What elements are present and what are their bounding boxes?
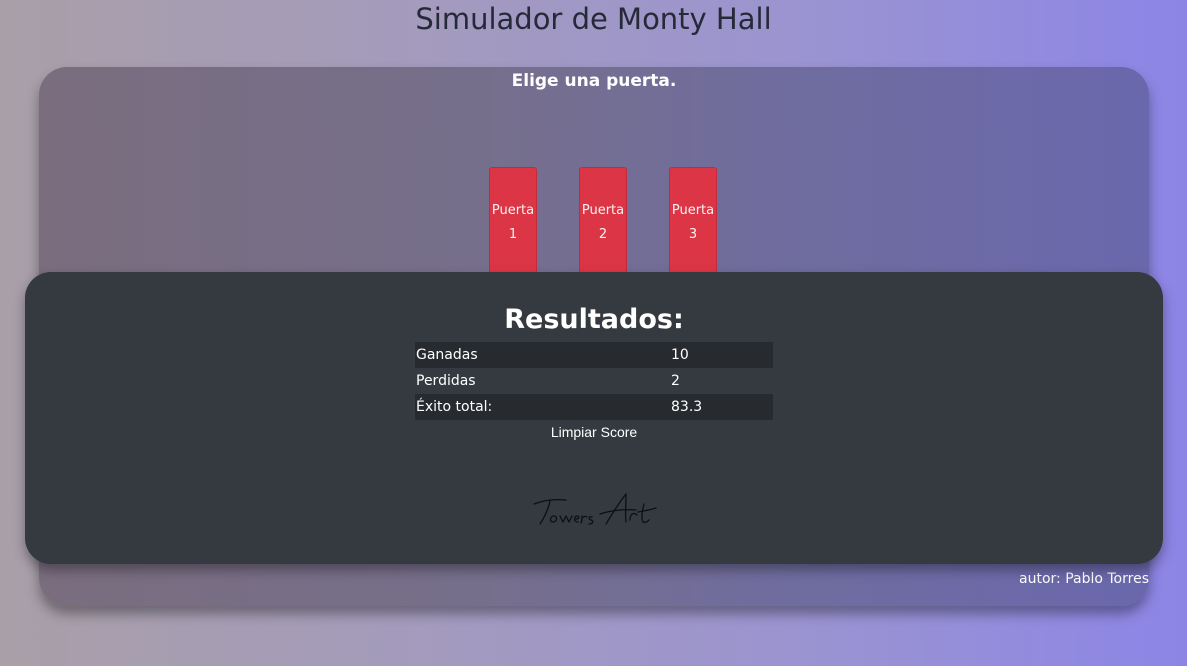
door-3-button[interactable]: Puerta 3 [669, 167, 717, 277]
door-2-label: Puerta [581, 203, 625, 218]
results-panel: Resultados: Ganadas 10 Perdidas 2 Éxito … [25, 272, 1163, 564]
door-1-number: 1 [508, 227, 518, 242]
table-row: Éxito total: 83.3 [415, 394, 773, 420]
author-credit: autor: Pablo Torres [1019, 571, 1149, 587]
page-title: Simulador de Monty Hall [415, 2, 772, 36]
table-row: Ganadas 10 [415, 342, 773, 368]
results-title: Resultados: [504, 304, 684, 335]
door-1-button[interactable]: Puerta 1 [489, 167, 537, 277]
door-3-number: 3 [688, 227, 698, 242]
score-value: 10 [671, 347, 689, 363]
clear-score-label: Limpiar Score [550, 424, 638, 440]
score-table: Ganadas 10 Perdidas 2 Éxito total: 83.3 [415, 342, 773, 420]
door-2-number: 2 [598, 227, 608, 242]
door-3-label: Puerta [671, 203, 715, 218]
score-value: 83.3 [671, 399, 703, 415]
door-2-button[interactable]: Puerta 2 [579, 167, 627, 277]
score-label: Éxito total: [416, 399, 493, 415]
instruction-text: Elige una puerta. [511, 71, 677, 91]
door-1-label: Puerta [491, 203, 535, 218]
score-label: Perdidas [416, 373, 476, 389]
score-value: 2 [671, 373, 680, 389]
score-label: Ganadas [416, 347, 478, 363]
clear-score-button[interactable]: Limpiar Score [25, 422, 1163, 442]
signature-logo [533, 493, 657, 525]
table-row: Perdidas 2 [415, 368, 773, 394]
